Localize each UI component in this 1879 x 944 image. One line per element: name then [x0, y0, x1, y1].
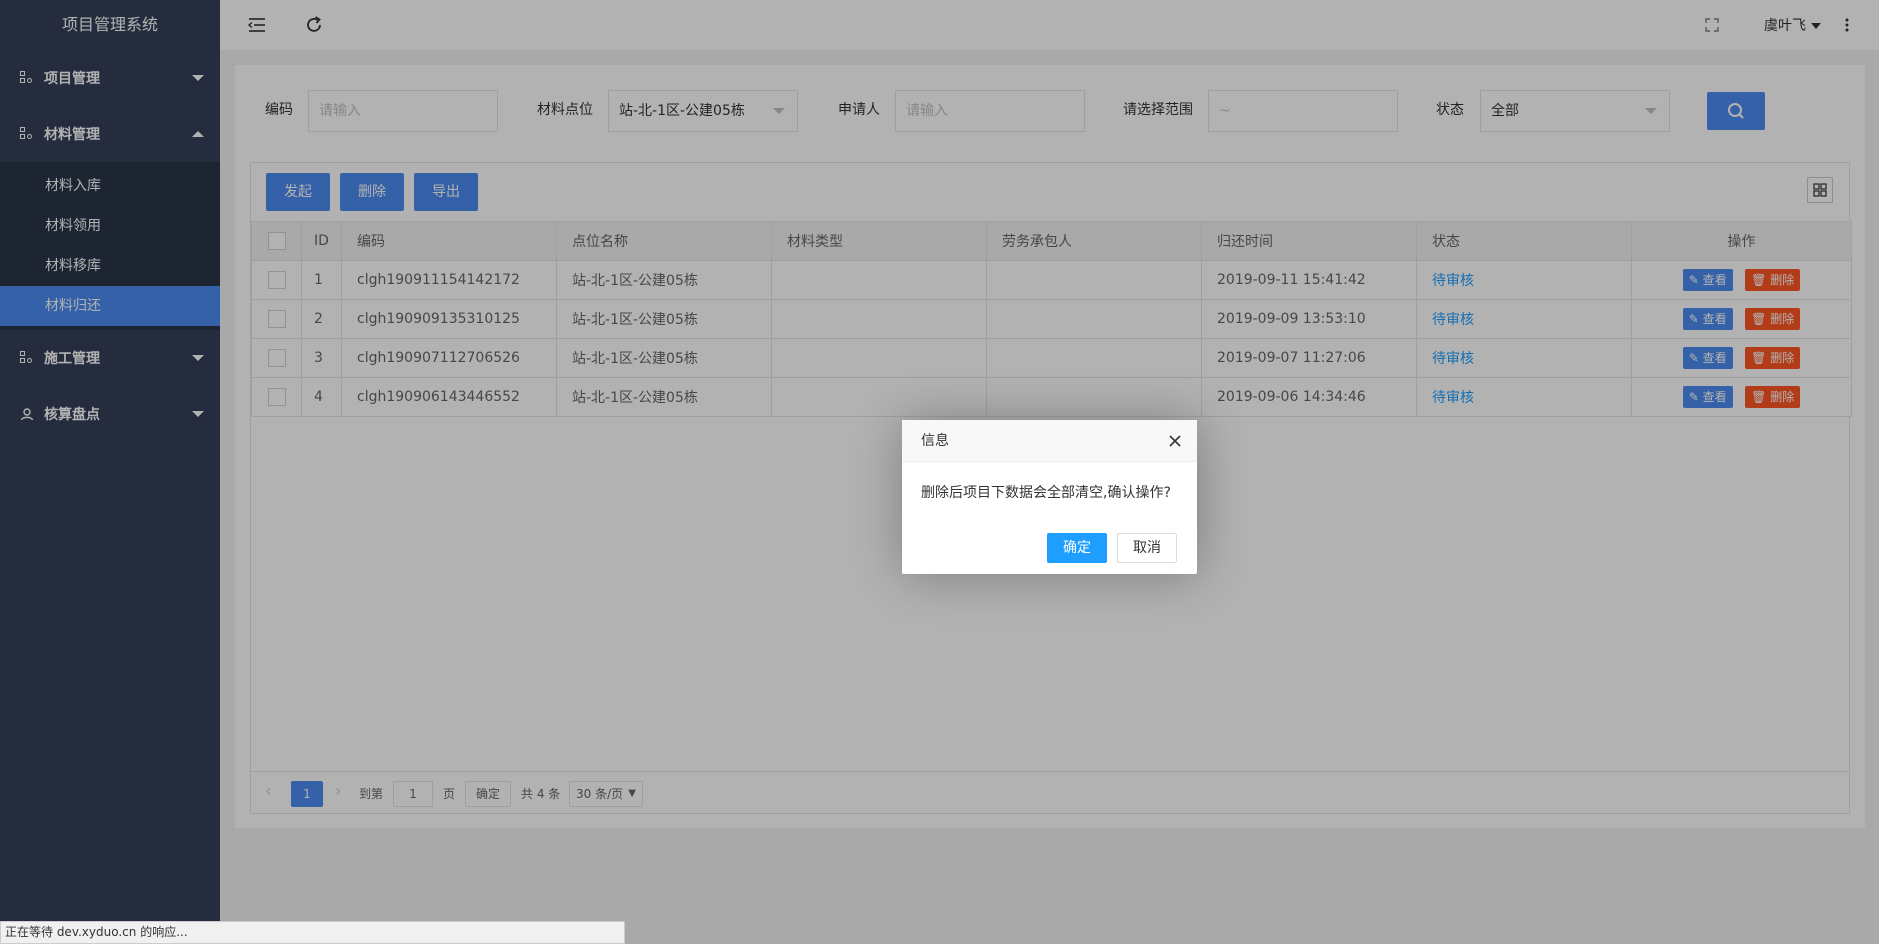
browser-status-bar: 正在等待 dev.xyduo.cn 的响应... [0, 921, 625, 944]
close-icon[interactable] [1167, 433, 1183, 449]
dialog-message: 删除后项目下数据会全部清空,确认操作? [921, 485, 1171, 501]
confirm-dialog: 信息 删除后项目下数据会全部清空,确认操作? 确定 取消 [902, 420, 1197, 574]
cancel-button[interactable]: 取消 [1117, 533, 1177, 563]
dialog-title: 信息 [902, 420, 1197, 462]
confirm-button[interactable]: 确定 [1047, 533, 1107, 563]
